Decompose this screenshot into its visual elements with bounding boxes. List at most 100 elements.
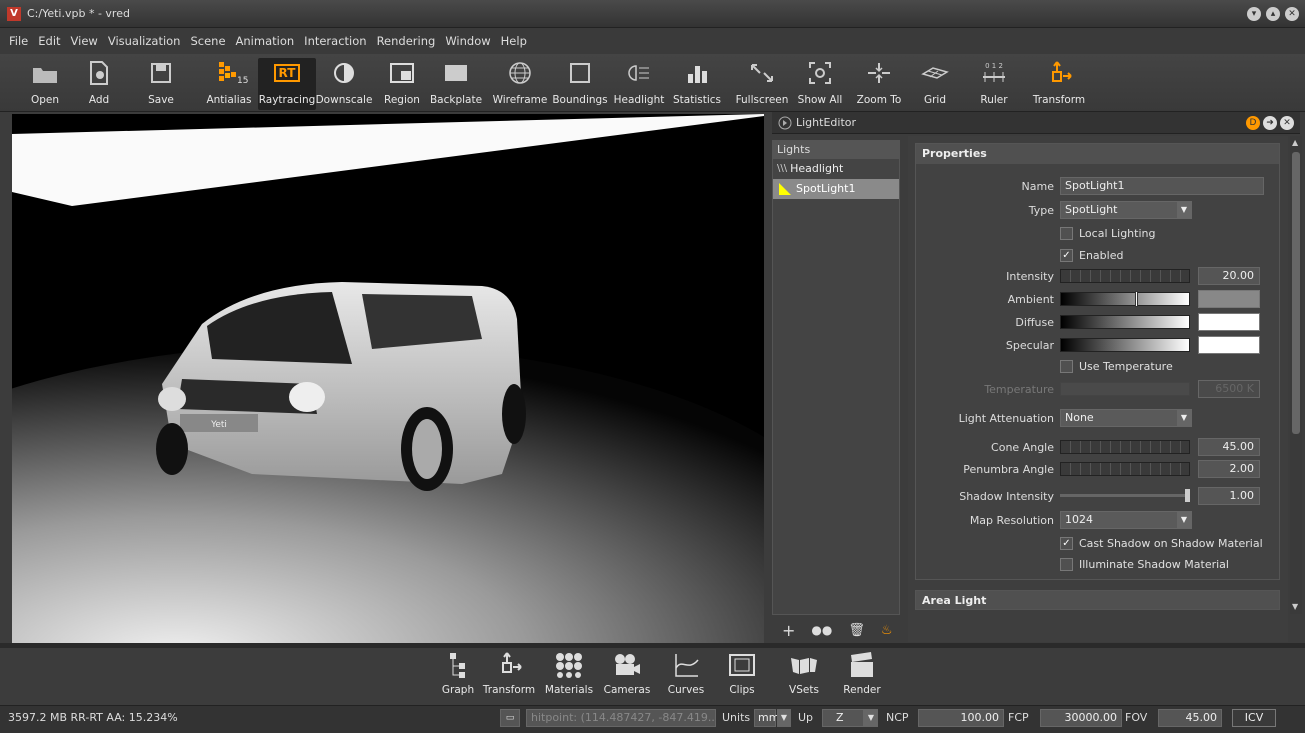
diffuse-color-swatch[interactable] (1198, 313, 1260, 331)
terminal-icon[interactable]: ▭ (500, 709, 520, 727)
menu-window[interactable]: Window (440, 34, 495, 48)
use-temperature-checkbox[interactable] (1060, 359, 1073, 373)
headlight-button[interactable]: Headlight (612, 58, 666, 110)
intensity-value[interactable]: 20.00 (1198, 267, 1260, 285)
ambient-color-swatch[interactable] (1198, 290, 1260, 308)
add-light-icon[interactable]: + (782, 621, 795, 640)
dock-transform-button[interactable]: Transform (482, 650, 536, 696)
chevron-down-icon: ▼ (1177, 410, 1191, 426)
antialias-button[interactable]: 15 Antialias (204, 58, 254, 110)
dock-clips-button[interactable]: Clips (724, 650, 760, 696)
penumbra-angle-value[interactable]: 2.00 (1198, 460, 1260, 478)
light-item-headlight[interactable]: \\\ Headlight (773, 159, 899, 179)
save-button[interactable]: Save (144, 58, 178, 110)
illuminate-shadow-label: Illuminate Shadow Material (1079, 557, 1229, 571)
add-button[interactable]: Add (84, 58, 114, 110)
cone-angle-value[interactable]: 45.00 (1198, 438, 1260, 456)
scroll-down-icon[interactable]: ▼ (1292, 602, 1298, 611)
floppy-icon (151, 63, 171, 83)
light-item-spotlight1[interactable]: SpotLight1 (773, 179, 899, 199)
downscale-button[interactable]: Downscale (316, 58, 372, 110)
local-lighting-checkbox[interactable] (1060, 226, 1073, 240)
intensity-slider[interactable] (1060, 269, 1190, 283)
menu-visualization[interactable]: Visualization (103, 34, 186, 48)
map-resolution-select[interactable]: 1024 ▼ (1060, 511, 1192, 529)
chevron-down-icon[interactable]: ▼ (864, 709, 878, 727)
menu-rendering[interactable]: Rendering (372, 34, 441, 48)
enabled-checkbox[interactable]: ✓ (1060, 248, 1073, 262)
light-attenuation-select[interactable]: None ▼ (1060, 409, 1192, 427)
render-viewport[interactable]: Yeti (12, 114, 764, 643)
up-axis-select[interactable]: Z (822, 709, 864, 727)
dock-cameras-button[interactable]: Cameras (602, 650, 652, 696)
dock-graph-button[interactable]: Graph (438, 650, 478, 696)
transform-button[interactable]: Transform (1030, 58, 1088, 110)
zoom-to-button[interactable]: Zoom To (854, 58, 904, 110)
icv-button[interactable]: ICV (1232, 709, 1276, 727)
area-light-header[interactable]: Area Light (915, 590, 1280, 610)
specular-color-swatch[interactable] (1198, 336, 1260, 354)
menu-help[interactable]: Help (496, 34, 532, 48)
ambient-label: Ambient (1007, 292, 1054, 306)
group-lights-icon[interactable]: ●● (811, 623, 832, 637)
fcp-input[interactable]: 30000.00 (1040, 709, 1122, 727)
dock-panel-button[interactable]: D (1246, 116, 1260, 130)
menu-file[interactable]: File (4, 34, 33, 48)
ncp-input[interactable]: 100.00 (918, 709, 1004, 727)
units-select[interactable]: mm (754, 709, 779, 727)
type-label: Type (1028, 203, 1054, 217)
menu-view[interactable]: View (66, 34, 103, 48)
light-type-select[interactable]: SpotLight ▼ (1060, 201, 1192, 219)
backplate-button[interactable]: Backplate (424, 58, 488, 110)
raytracing-button[interactable]: RT Raytracing (258, 58, 316, 110)
penumbra-angle-slider[interactable] (1060, 462, 1190, 476)
ruler-digits: 0 1 2 (985, 62, 1003, 70)
properties-scroll-thumb[interactable] (1292, 152, 1300, 434)
panel-close-button[interactable]: ✕ (1280, 116, 1294, 130)
folder-icon (33, 68, 57, 83)
diffuse-color-slider[interactable] (1060, 315, 1190, 329)
scroll-up-icon[interactable]: ▲ (1292, 138, 1298, 147)
menu-scene[interactable]: Scene (185, 34, 230, 48)
minimize-button[interactable]: ▾ (1247, 7, 1261, 21)
dock-curves-button[interactable]: Curves (664, 650, 708, 696)
dock-materials-button[interactable]: Materials (542, 650, 596, 696)
cast-shadow-checkbox[interactable]: ✓ (1060, 536, 1073, 550)
open-button[interactable]: Open (26, 58, 64, 110)
statistics-button[interactable]: Statistics (670, 58, 724, 110)
menu-interaction[interactable]: Interaction (299, 34, 371, 48)
shadow-intensity-handle[interactable] (1185, 489, 1190, 502)
maximize-button[interactable]: ▴ (1266, 7, 1280, 21)
region-button[interactable]: Region (384, 58, 420, 110)
memory-status: 3597.2 MB RR-RT AA: 15.234% (8, 711, 178, 724)
fullscreen-button[interactable]: Fullscreen (734, 58, 790, 110)
headlight-icon: \\\ (777, 163, 788, 174)
menu-edit[interactable]: Edit (33, 34, 65, 48)
panel-forward-button[interactable]: ➜ (1263, 116, 1277, 130)
cone-angle-slider[interactable] (1060, 440, 1190, 454)
show-all-button[interactable]: Show All (796, 58, 844, 110)
illuminate-shadow-checkbox[interactable] (1060, 557, 1073, 571)
delete-light-icon[interactable]: 🗑 (848, 623, 865, 638)
grid-button[interactable]: Grid (914, 58, 956, 110)
boundings-button[interactable]: Boundings (552, 58, 608, 110)
light-options-icon[interactable]: ♨ (881, 623, 893, 638)
license-plate-text: Yeti (210, 420, 227, 430)
main-toolbar: Open Add Save 15 Antialias RT Raytracing… (0, 54, 1305, 112)
module-dock (0, 647, 1305, 705)
dock-render-button[interactable]: Render (840, 650, 884, 696)
wireframe-button[interactable]: Wireframe (492, 58, 548, 110)
render-scene: Yeti (12, 114, 764, 643)
ruler-button[interactable]: 0 1 2 Ruler (972, 58, 1016, 110)
shadow-intensity-value[interactable]: 1.00 (1198, 487, 1260, 505)
fov-input[interactable]: 45.00 (1158, 709, 1222, 727)
light-name-input[interactable]: SpotLight1 (1060, 177, 1264, 195)
ambient-slider-handle[interactable] (1135, 291, 1139, 307)
specular-color-slider[interactable] (1060, 338, 1190, 352)
ambient-color-slider[interactable] (1060, 291, 1190, 307)
menu-animation[interactable]: Animation (231, 34, 300, 48)
dock-vsets-button[interactable]: VSets (784, 650, 824, 696)
shadow-intensity-slider[interactable] (1060, 489, 1190, 503)
close-button[interactable]: ✕ (1285, 7, 1299, 21)
chevron-down-icon[interactable]: ▼ (777, 709, 791, 727)
